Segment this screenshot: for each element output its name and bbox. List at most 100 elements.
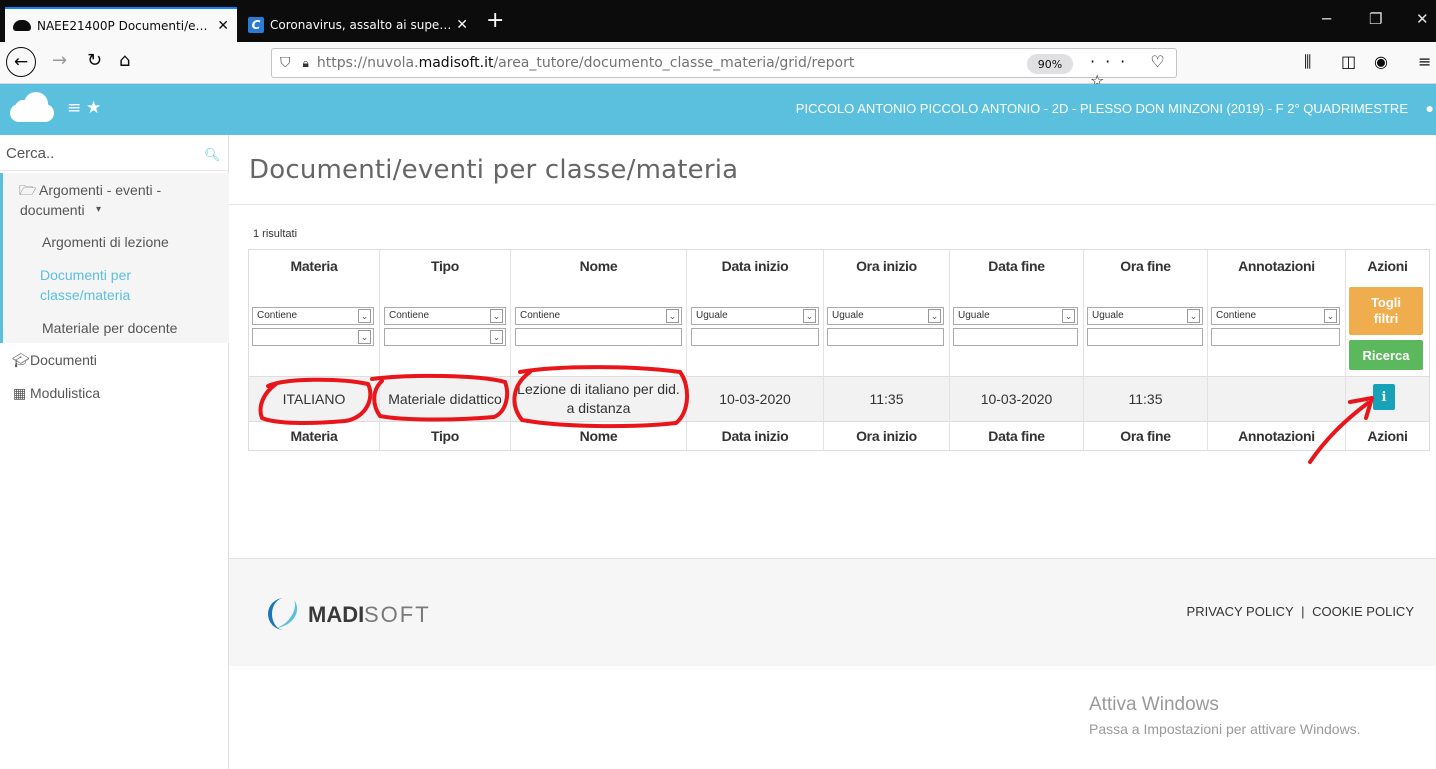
sidebar-item-documenti-classe[interactable]: classe/materia <box>40 285 130 305</box>
cell-data-inizio: 10-03-2020 <box>719 391 791 407</box>
col-header-ora-fine[interactable]: Ora fine <box>1084 257 1207 275</box>
folder-open-icon: 🗁 <box>19 182 37 198</box>
restore-icon[interactable]: ❐ <box>1369 10 1382 28</box>
building-icon: ▦ <box>13 385 27 401</box>
filter-input-annotazioni[interactable] <box>1211 328 1340 346</box>
menu-icon[interactable]: ≡ <box>67 98 81 118</box>
close-tab-icon[interactable]: ✕ <box>217 18 229 34</box>
chevron-down-icon: ⌄ <box>803 309 816 323</box>
zoom-level[interactable]: 90% <box>1027 54 1073 74</box>
lock-icon[interactable]: 🔒︎ <box>303 56 309 71</box>
sidebar-search[interactable]: Cerca.. 🔍︎ <box>0 135 229 171</box>
clear-filters-button[interactable]: Togli filtri <box>1349 287 1423 335</box>
search-icon[interactable]: 🔍︎ <box>204 147 221 163</box>
filter-value-materia[interactable]: ⌄ <box>252 328 374 346</box>
col-header-annotazioni[interactable]: Annotazioni <box>1208 257 1345 275</box>
col-header-tipo[interactable]: Tipo <box>380 257 510 275</box>
filter-select-data-inizio[interactable]: Uguale ⌄ <box>691 307 819 325</box>
url-path: /area_tutore/documento_classe_materia/gr… <box>493 55 855 71</box>
search-button[interactable]: Ricerca <box>1349 340 1423 370</box>
cell-ora-inizio: 11:35 <box>869 391 904 407</box>
col-header-azioni: Azioni <box>1367 258 1408 274</box>
home-button[interactable]: ⌂ <box>119 50 130 71</box>
col-header-data-inizio[interactable]: Data inizio <box>687 257 823 275</box>
graduation-cap-icon: 🎓︎ <box>12 352 30 368</box>
filter-input-data-inizio[interactable] <box>691 328 819 346</box>
filter-select-data-fine[interactable]: Uguale ⌄ <box>953 307 1078 325</box>
info-button[interactable]: i <box>1373 384 1395 410</box>
sidebar-item-documenti[interactable]: Documenti <box>30 350 97 370</box>
cell-ora-fine: 11:35 <box>1128 391 1163 407</box>
windows-activation-text: Passa a Impostazioni per attivare Window… <box>1089 721 1361 737</box>
url-bar[interactable]: ⛉ 🔒︎ https://nuvola. madisoft.it/area_tut… <box>271 48 1177 90</box>
col-header-ora-inizio[interactable]: Ora inizio <box>824 257 949 275</box>
chevron-down-icon: ⌄ <box>358 330 371 344</box>
library-icon[interactable]: ⫼ <box>1304 52 1311 72</box>
privacy-policy-link[interactable]: PRIVACY POLICY <box>1187 604 1294 619</box>
cell-annotazioni <box>1208 376 1345 422</box>
chevron-down-icon: ⌄ <box>1062 309 1075 323</box>
sidebar-item-documenti-classe[interactable]: Documenti per <box>40 265 131 285</box>
results-count: 1 risultati <box>253 228 298 240</box>
filter-input-ora-inizio[interactable] <box>827 328 944 346</box>
cell-data-fine: 10-03-2020 <box>980 391 1053 407</box>
sidebar-item-materiale-docente[interactable]: Materiale per docente <box>42 318 177 338</box>
filter-input-ora-fine[interactable] <box>1087 328 1203 346</box>
forward-button[interactable]: → <box>52 50 67 71</box>
filter-input-data-fine[interactable] <box>953 328 1078 346</box>
filter-select-ora-fine[interactable]: Uguale ⌄ <box>1087 307 1203 325</box>
sidebar-group-label[interactable]: Argomenti - eventi - <box>39 180 161 200</box>
col-footer-azioni: Azioni <box>1367 428 1408 444</box>
new-tab-button[interactable]: + <box>486 8 504 33</box>
svg-text:MADI: MADI <box>308 602 364 627</box>
close-tab-icon[interactable]: ✕ <box>456 17 468 33</box>
search-input[interactable]: Cerca.. <box>6 145 54 162</box>
filter-select-tipo[interactable]: Contiene ⌄ <box>384 307 506 325</box>
browser-tab-bar: NAEE21400P Documenti/eventi ✕ C Coronavi… <box>0 0 1436 42</box>
back-button[interactable]: ← <box>6 47 36 77</box>
sidebar-item-modulistica[interactable]: Modulistica <box>30 383 100 403</box>
cloud-icon[interactable] <box>10 92 54 122</box>
filter-select-materia[interactable]: Contiene ⌄ <box>252 307 374 325</box>
window-close-icon[interactable]: ✕ <box>1416 10 1429 28</box>
filter-select-ora-inizio[interactable]: Uguale ⌄ <box>827 307 944 325</box>
sidebar-group-label[interactable]: documenti <box>20 200 85 220</box>
sidebar-item-argomenti-lezione[interactable]: Argomenti di lezione <box>42 232 169 252</box>
filter-input-nome[interactable] <box>515 328 682 346</box>
menu-icon[interactable]: ≡ <box>1418 52 1431 71</box>
navigation-bar: ← → ↻ ⌂ ⛉ 🔒︎ https://nuvola. madisoft.it /… <box>0 42 1436 90</box>
tab-madisoft[interactable]: NAEE21400P Documenti/eventi ✕ <box>5 7 237 42</box>
col-footer-materia: Materia <box>290 428 338 444</box>
tab-title: NAEE21400P Documenti/eventi <box>37 18 214 33</box>
cookie-policy-link[interactable]: COOKIE POLICY <box>1312 604 1414 619</box>
shield-icon[interactable]: ⛉ <box>280 55 291 71</box>
filter-select-nome[interactable]: Contiene ⌄ <box>515 307 682 325</box>
star-icon[interactable]: ★ <box>86 98 101 118</box>
minimize-icon[interactable]: ─ <box>1322 10 1331 28</box>
sidebar-toggle-icon[interactable]: ◫ <box>1341 52 1356 71</box>
col-header-nome[interactable]: Nome <box>511 257 686 275</box>
filter-value-tipo[interactable]: ⌄ <box>384 328 506 346</box>
reload-button[interactable]: ↻ <box>87 50 102 71</box>
sidebar: Cerca.. 🔍︎ 🗁 Argomenti - eventi - docume… <box>0 135 229 769</box>
col-header-data-fine[interactable]: Data fine <box>950 257 1083 275</box>
url-prefix: https://nuvola. <box>316 55 419 71</box>
col-footer-nome: Nome <box>579 428 618 444</box>
cell-tipo: Materiale didattico <box>388 391 502 407</box>
chevron-down-icon: ⌄ <box>490 330 503 344</box>
account-icon[interactable]: ◉ <box>1374 52 1388 71</box>
page-title: Documenti/eventi per classe/materia <box>249 155 739 185</box>
user-icon[interactable]: ● <box>1426 100 1434 116</box>
chevron-down-icon: ⌄ <box>1324 309 1337 323</box>
tab-coronavirus[interactable]: C Coronavirus, assalto ai superm ✕ <box>240 7 476 42</box>
chevron-down-icon: ⌄ <box>490 309 503 323</box>
chevron-down-icon: ⌄ <box>928 309 941 323</box>
col-footer-data-inizio: Data inizio <box>721 428 789 444</box>
svg-text:SOFT: SOFT <box>364 602 431 627</box>
cell-materia: ITALIANO <box>282 391 346 407</box>
user-info[interactable]: PICCOLO ANTONIO PICCOLO ANTONIO - 2D - P… <box>796 101 1408 116</box>
col-header-materia[interactable]: Materia <box>249 257 379 275</box>
filter-select-annotazioni[interactable]: Contiene ⌄ <box>1211 307 1340 325</box>
caret-down-icon[interactable]: ▾ <box>96 200 101 220</box>
col-footer-ora-inizio: Ora inizio <box>856 428 917 444</box>
